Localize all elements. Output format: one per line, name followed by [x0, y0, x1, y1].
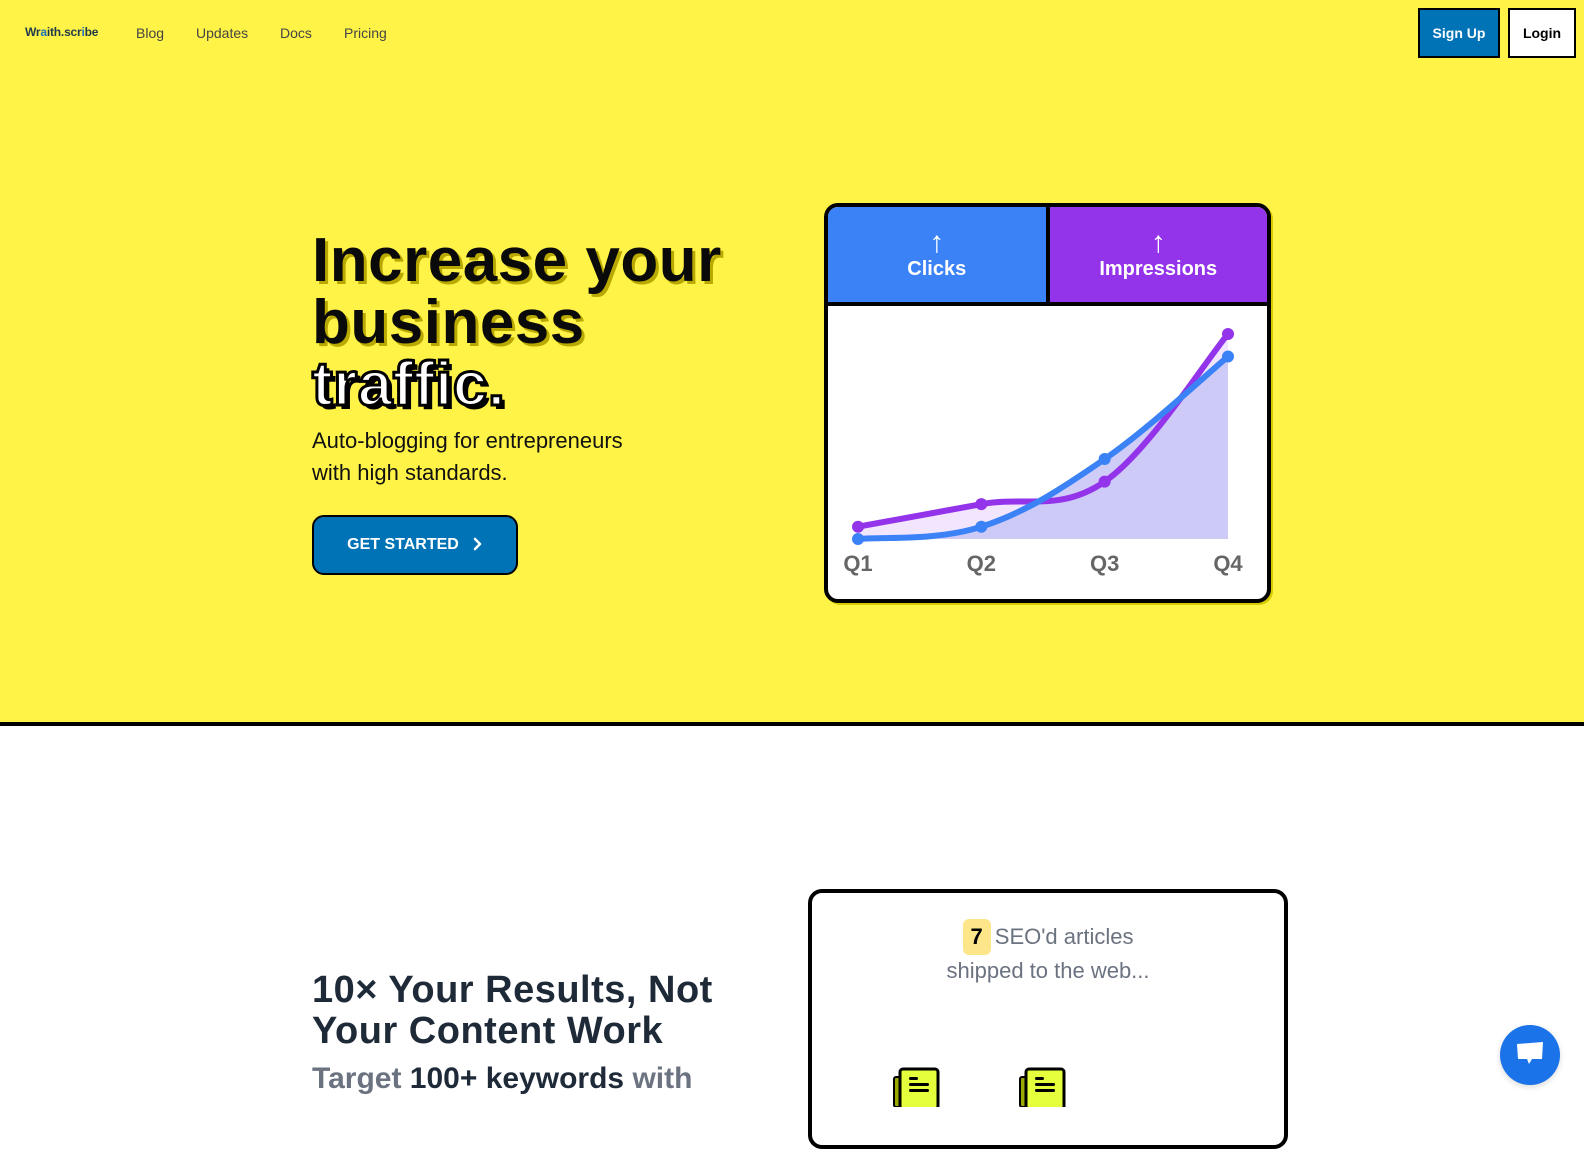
results-subheading: Target 100+ keywords with: [312, 1062, 692, 1096]
subtitle-line: with high standards.: [312, 460, 508, 485]
data-point-impressions-q4[interactable]: [1222, 328, 1234, 340]
nav-link-updates[interactable]: Updates: [196, 25, 248, 41]
articles-shipped-card: 7 SEO'd articles shipped to the web...: [808, 889, 1288, 1149]
area-fill-clicks: [858, 356, 1228, 539]
results-heading: 10× Your Results, Not Your Content Work: [312, 970, 713, 1052]
data-point-impressions-q1[interactable]: [852, 520, 864, 533]
articles-shipped-text: 7 SEO'd articles shipped to the web...: [812, 919, 1284, 987]
hero-section: Wraith.scribe Blog Updates Docs Pricing …: [0, 0, 1584, 726]
logo-text-suffix: be: [84, 25, 99, 39]
logo-text-mid: ith.scr: [46, 25, 82, 39]
x-tick-label: Q1: [843, 551, 872, 576]
hero-subtitle: Auto-blogging for entrepreneurs with hig…: [312, 425, 623, 489]
articles-text-line: SEO'd articles: [994, 924, 1134, 949]
headline-line: Increase your: [312, 226, 722, 295]
data-point-clicks-q1[interactable]: [852, 533, 864, 545]
get-started-label: GET STARTED: [347, 536, 459, 553]
results-heading-line: 10× Your Results, Not: [312, 969, 713, 1011]
data-point-clicks-q4[interactable]: [1222, 350, 1234, 363]
tab-clicks-label: Clicks: [907, 258, 967, 280]
subheading-text: with: [624, 1062, 693, 1095]
chart-legend-tabs: ↑ Clicks ↑ Impressions: [828, 207, 1267, 306]
traffic-line-chart: Q1 Q2 Q3 Q4: [843, 328, 1243, 576]
headline-highlight: traffic.: [311, 350, 507, 419]
nav-link-docs[interactable]: Docs: [280, 25, 312, 41]
x-tick-label: Q4: [1213, 551, 1243, 576]
results-heading-line: Your Content Work: [312, 1010, 664, 1052]
chat-bubble-icon: [1515, 1040, 1545, 1071]
arrow-up-icon: ↑: [1150, 226, 1166, 259]
arrow-up-icon: ↑: [929, 226, 945, 259]
tab-impressions[interactable]: ↑ Impressions: [1049, 207, 1267, 302]
subheading-emphasis: 100+ keywords: [409, 1062, 625, 1095]
sign-up-button[interactable]: Sign Up: [1418, 8, 1500, 58]
article-count-badge: 7: [962, 919, 991, 955]
chevron-right-icon: [473, 535, 483, 556]
data-point-clicks-q2[interactable]: [975, 520, 988, 533]
subheading-text: Target: [312, 1062, 410, 1095]
logo[interactable]: Wraith.scribe: [25, 25, 98, 39]
subtitle-line: Auto-blogging for entrepreneurs: [312, 428, 623, 453]
tab-impressions-label: Impressions: [1099, 258, 1218, 280]
headline-line: business: [312, 288, 585, 357]
data-point-impressions-q3[interactable]: [1098, 475, 1111, 488]
document-icon: [1018, 1067, 1068, 1111]
articles-text-line: shipped to the web...: [946, 958, 1150, 983]
nav-link-blog[interactable]: Blog: [136, 25, 164, 41]
logo-text-prefix: Wr: [25, 25, 41, 39]
hero-headline: Increase your business traffic.: [311, 226, 722, 419]
get-started-button[interactable]: GET STARTED: [312, 515, 518, 575]
nav-link-pricing[interactable]: Pricing: [344, 25, 387, 41]
x-tick-label: Q2: [967, 551, 996, 576]
x-tick-label: Q3: [1090, 551, 1119, 576]
chat-button[interactable]: [1500, 1025, 1560, 1085]
tab-clicks[interactable]: ↑ Clicks: [828, 207, 1050, 302]
document-icon: [892, 1067, 942, 1111]
data-point-clicks-q3[interactable]: [1098, 453, 1111, 466]
data-point-impressions-q2[interactable]: [975, 498, 988, 511]
traffic-chart-card: ↑ Clicks ↑ Impressions Q1 Q2 Q3 Q4: [824, 203, 1271, 603]
login-button[interactable]: Login: [1508, 8, 1576, 58]
